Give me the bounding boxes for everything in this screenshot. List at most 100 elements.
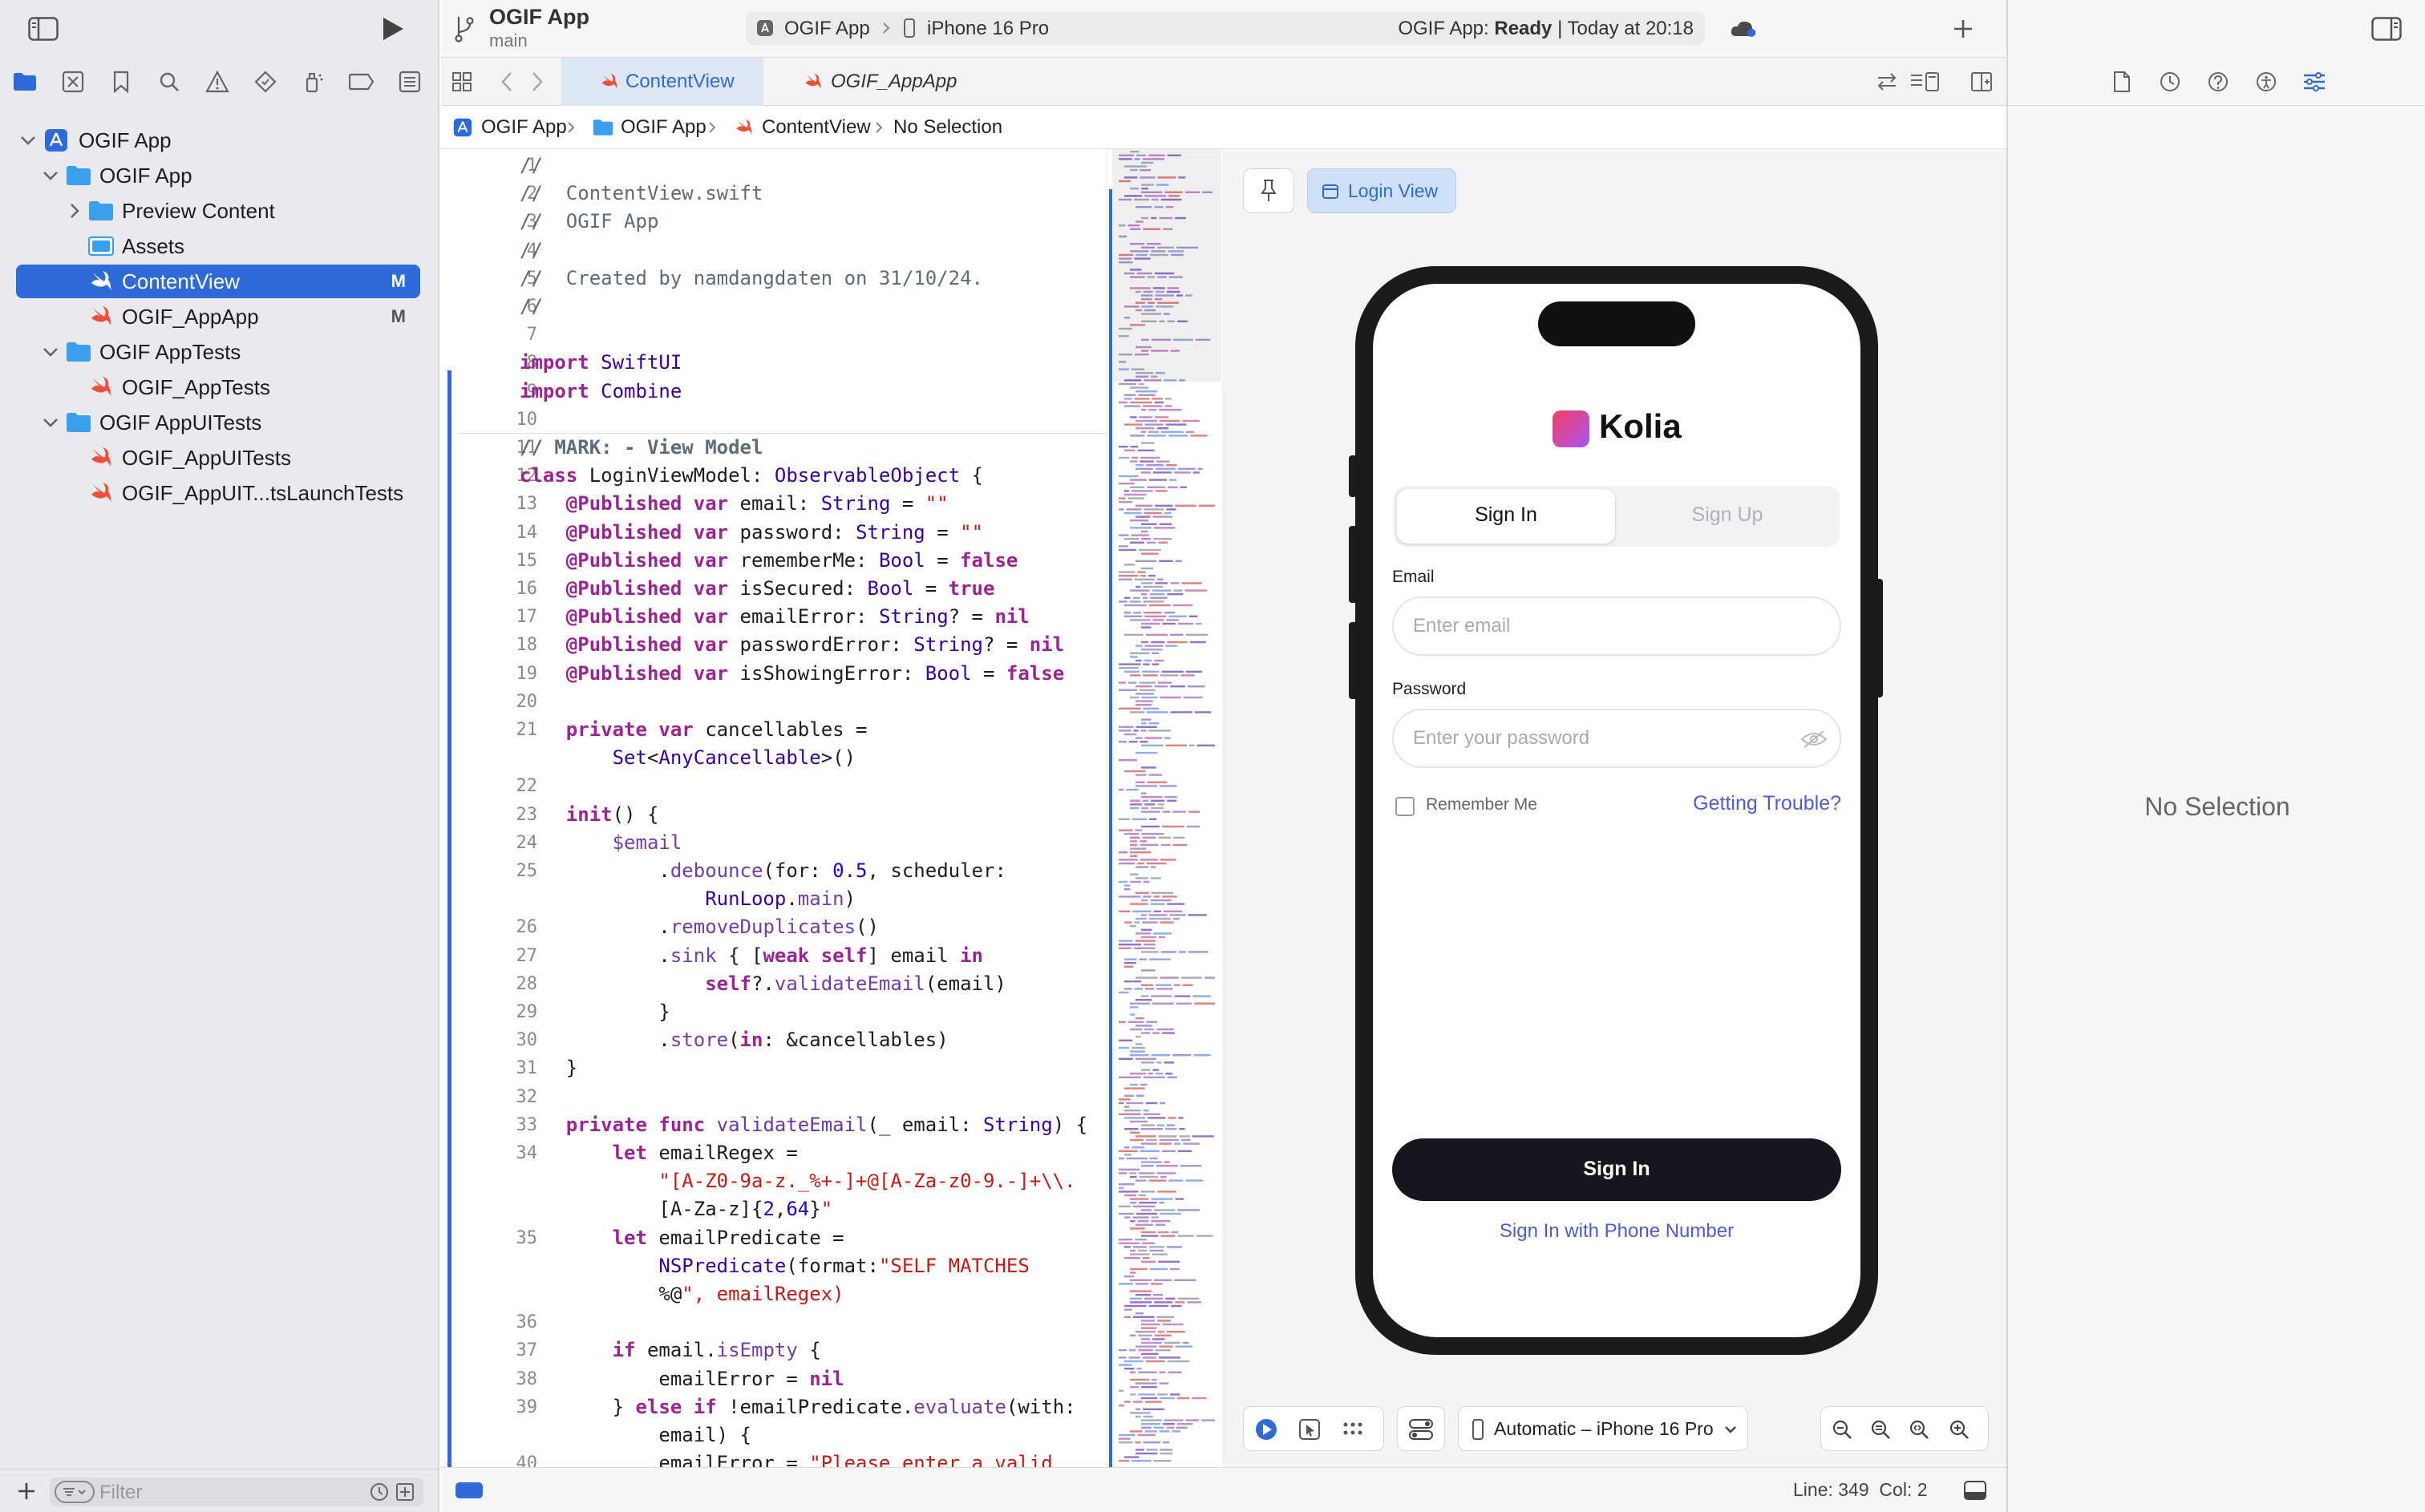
code-line[interactable]: // [520,154,543,176]
breadcrumb-item[interactable]: ContentView [762,116,871,139]
code-line[interactable]: // ContentView.swift [520,182,763,204]
code-line[interactable]: // MARK: - View Model [520,436,763,459]
code-line[interactable]: emailError = nil [520,1368,844,1390]
navigator-item-preview-content[interactable]: Preview Content [16,194,420,228]
chevron-down-icon[interactable] [42,343,59,361]
selectable-cursor-icon[interactable] [1297,1417,1322,1442]
preview-tab-login-view[interactable]: Login View [1307,168,1456,213]
code-line[interactable]: import SwiftUI [520,351,682,374]
run-button[interactable] [377,13,409,45]
source-control-icon[interactable] [59,68,87,95]
add-library-icon[interactable] [1949,14,1978,43]
attributes-inspector-icon[interactable] [2302,69,2327,95]
quick-help-icon[interactable] [2205,69,2231,95]
file-inspector-icon[interactable] [2109,69,2135,95]
code-line[interactable]: @Published var emailError: String? = nil [520,605,1030,628]
bookmark-icon[interactable] [107,68,135,95]
recent-files-clock-icon[interactable] [369,1482,390,1502]
navigator-item-app-folder[interactable]: OGIF App [16,159,420,192]
project-title[interactable]: OGIF App [489,5,589,30]
add-icon[interactable] [14,1479,38,1503]
code-line[interactable]: init() { [520,803,659,826]
breadcrumb-item[interactable]: OGIF App [481,116,567,139]
code-line[interactable]: let emailRegex = [520,1142,798,1164]
navigator-item-apptests-file[interactable]: OGIF_AppTests [16,370,420,404]
chevron-down-icon[interactable] [19,131,37,149]
code-line[interactable]: %@", emailRegex) [520,1283,844,1305]
filter-field[interactable]: Filter [50,1478,423,1506]
navigator-item-appuitests-folder[interactable]: OGIF AppUITests [16,406,420,439]
code-line[interactable]: } [520,1001,670,1023]
code-line[interactable]: emailError = "Please enter a valid [520,1452,1052,1467]
code-line[interactable]: @Published var isSecured: Bool = true [520,577,995,600]
code-line[interactable]: email) { [520,1424,751,1446]
tab-contentview[interactable]: ContentView [561,58,763,106]
minimap[interactable] [1107,149,1222,1467]
code-line[interactable]: } [520,1057,577,1079]
navigator-item-project[interactable]: OGIF App [16,123,420,157]
code-line[interactable]: .removeDuplicates() [520,916,879,938]
code-line[interactable]: self?.validateEmail(email) [520,972,1006,995]
code-line[interactable]: // [520,239,543,261]
code-line[interactable]: .debounce(for: 0.5, scheduler: [520,859,1006,882]
breadcrumb-item[interactable]: No Selection [893,116,1002,139]
navigator-item-launchtests-file[interactable]: OGIF_AppUIT...tsLaunchTests [16,476,420,510]
breadcrumb-item[interactable]: OGIF App [621,116,706,139]
code-line[interactable]: let emailPredicate = [520,1227,844,1249]
phone-sign-in-link[interactable]: Sign In with Phone Number [1373,1220,1860,1243]
sign-in-button[interactable]: Sign In [1392,1138,1841,1201]
inspector-toggle-icon[interactable] [2369,14,2404,43]
zoom-actual-size-icon[interactable] [1868,1417,1893,1442]
remember-me-checkbox[interactable] [1395,797,1415,816]
grid-related-items-icon[interactable] [449,69,475,95]
code-line[interactable]: import Combine [520,380,682,402]
code-line[interactable]: @Published var rememberMe: Bool = false [520,549,1018,572]
issue-warning-icon[interactable] [204,68,231,95]
breakpoint-icon[interactable] [348,68,375,95]
chevron-right-icon[interactable] [66,202,83,220]
accessibility-icon[interactable] [2253,69,2279,95]
code-line[interactable]: [A-Za-z]{2,64}" [520,1198,832,1220]
source-editor[interactable]: 1//2// ContentView.swift 3// OGIF App 4//5… [441,149,1107,1467]
forward-arrow-icon[interactable] [528,71,547,93]
code-line[interactable]: private func validateEmail(_ email: Stri… [520,1114,1087,1136]
variants-grid-icon[interactable] [1340,1417,1366,1442]
code-line[interactable]: RunLoop.main) [520,887,856,910]
code-line[interactable]: // OGIF App [520,210,658,232]
chevron-down-icon[interactable] [42,167,59,184]
zoom-to-fit-icon[interactable] [1906,1417,1932,1442]
tab-ogif-appapp[interactable]: OGIF_AppApp [765,58,966,106]
live-play-icon[interactable] [1253,1417,1279,1442]
navigator-item-appuitests-file[interactable]: OGIF_AppUITests [16,441,420,475]
eye-slash-icon[interactable] [1800,728,1828,750]
report-icon[interactable] [396,68,423,95]
show-debug-area-icon[interactable] [1961,1478,1989,1503]
code-line[interactable]: // Created by namdangdaten on 31/10/24. [520,267,983,289]
code-line[interactable]: @Published var email: String = "" [520,492,949,515]
device-settings-button[interactable] [1397,1406,1445,1451]
code-line[interactable]: Set<AnyCancellable>() [520,746,856,769]
code-line[interactable]: .sink { [weak self] email in [520,944,983,967]
scheme-selector[interactable]: OGIF App [784,18,870,40]
getting-trouble-link[interactable]: Getting Trouble? [1693,792,1841,815]
test-diamond-icon[interactable] [252,68,279,95]
email-field[interactable]: Enter email [1392,596,1841,656]
pin-icon[interactable] [1243,168,1294,213]
code-line[interactable]: @Published var isShowingError: Bool = fa… [520,662,1064,685]
segment-sign-up[interactable]: Sign Up [1618,503,1836,527]
filter-options-icon[interactable] [55,1481,95,1503]
branch-icon[interactable] [451,13,478,45]
code-line[interactable]: .store(in: &cancellables) [520,1029,948,1051]
navigator-item-assets[interactable]: Assets [16,229,420,263]
editor-options-icon[interactable] [1909,69,1941,95]
code-line[interactable]: } else if !emailPredicate.evaluate(with: [520,1396,1076,1418]
code-line[interactable]: private var cancellables = [520,718,868,741]
navigator-item-contentview[interactable]: ContentView M [16,265,420,298]
code-line[interactable]: class LoginViewModel: ObservableObject { [520,464,983,487]
navigator-item-appapp[interactable]: OGIF_AppApp M [16,300,420,334]
add-editor-split-icon[interactable] [1968,69,1995,95]
debug-area-toggle-icon[interactable] [455,1482,483,1498]
debug-spray-icon[interactable] [300,68,327,95]
swap-arrows-icon[interactable] [1873,69,1901,95]
chevron-down-icon[interactable] [42,414,59,431]
